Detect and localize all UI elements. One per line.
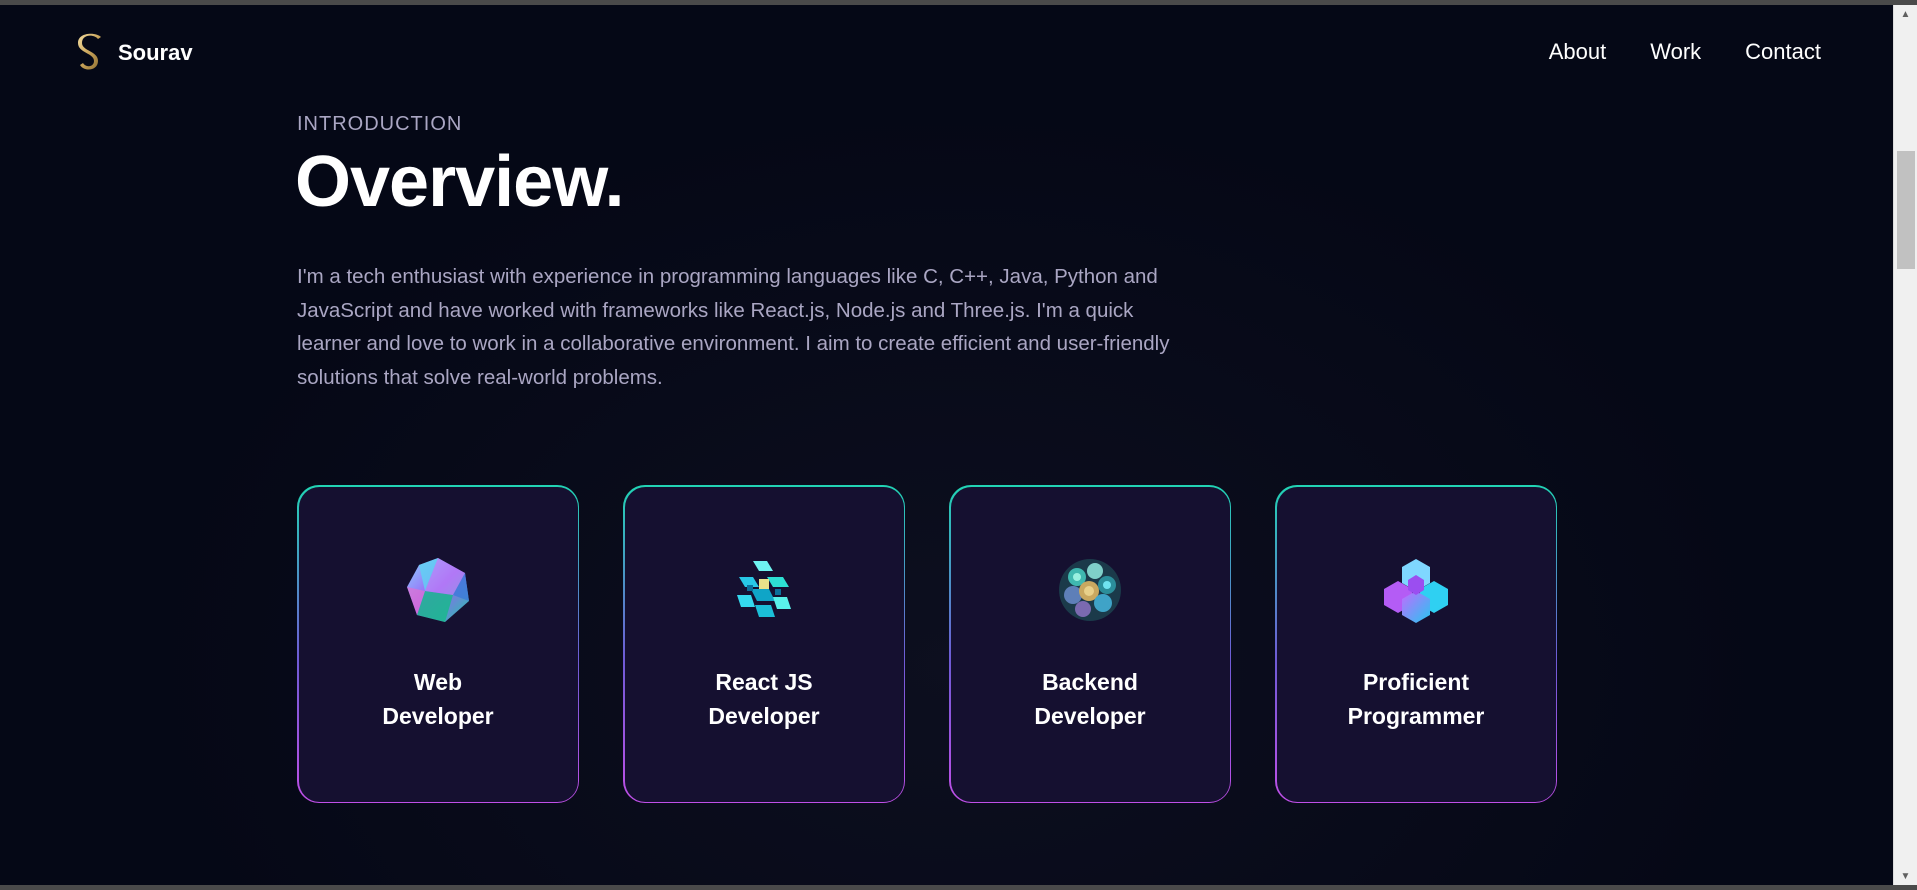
scroll-down-icon[interactable]: ▼ <box>1894 867 1917 885</box>
section-title: Overview. <box>295 142 625 222</box>
service-card-title: React JS Developer <box>708 668 820 729</box>
service-card-programmer[interactable]: Proficient Programmer <box>1275 485 1557 803</box>
logo-s-icon <box>78 33 101 70</box>
service-card-body: Proficient Programmer <box>1276 486 1556 802</box>
page-scrollbar[interactable]: ▲ ▼ <box>1893 5 1917 885</box>
service-card-title: Proficient Programmer <box>1347 668 1485 729</box>
service-card-title: Backend Developer <box>1034 668 1146 729</box>
hexagon-cluster-icon <box>1384 558 1448 623</box>
service-card-body: React JS Developer <box>624 486 904 802</box>
sphere-cluster-icon <box>1059 558 1121 621</box>
service-card-web[interactable]: Web Developer <box>297 485 579 803</box>
nav-links: About Work Contact <box>1549 39 1821 65</box>
navbar: Sourav About Work Contact <box>0 5 1893 101</box>
service-cards: Web Developer React JS Developer Backend… <box>297 485 1557 803</box>
scrollbar-thumb[interactable] <box>1897 151 1915 269</box>
logo-text: Sourav <box>118 40 193 65</box>
logo-link[interactable]: Sourav <box>76 33 193 73</box>
service-card-body: Backend Developer <box>950 486 1230 802</box>
overview-description: I'm a tech enthusiast with experience in… <box>297 265 1170 389</box>
nav-link-work[interactable]: Work <box>1650 39 1701 65</box>
service-card-title: Web Developer <box>382 668 494 729</box>
nav-link-about[interactable]: About <box>1549 39 1607 65</box>
service-card-react[interactable]: React JS Developer <box>623 485 905 803</box>
nav-link-contact[interactable]: Contact <box>1745 39 1821 65</box>
polyhedron-icon <box>407 557 469 622</box>
browser-viewport: Sourav About Work Contact INTRODUCTION O… <box>0 0 1917 890</box>
service-card-body: Web Developer <box>298 486 578 802</box>
cube-cluster-icon <box>737 560 791 617</box>
service-card-backend[interactable]: Backend Developer <box>949 485 1231 803</box>
scroll-up-icon[interactable]: ▲ <box>1894 5 1917 23</box>
section-eyebrow: INTRODUCTION <box>297 113 463 135</box>
page: Sourav About Work Contact INTRODUCTION O… <box>0 5 1893 885</box>
